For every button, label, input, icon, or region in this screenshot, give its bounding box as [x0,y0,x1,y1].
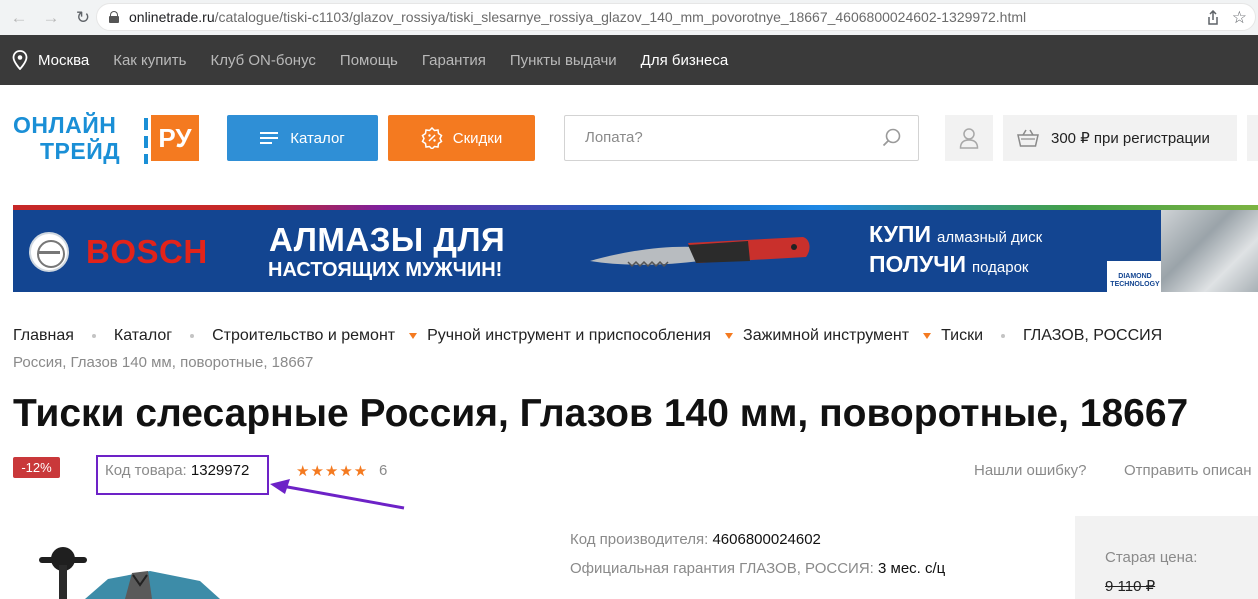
nav-help[interactable]: Помощь [340,52,398,69]
cart-button[interactable]: 300 ₽ при регистрации [1003,115,1237,161]
header-extra-button[interactable] [1247,115,1258,161]
old-price-value: 9 110 ₽ [1105,578,1156,595]
mfr-code-label: Код производителя: [570,531,709,548]
bookmark-star-icon[interactable]: ☆ [1232,8,1247,28]
user-icon [959,128,979,149]
send-description-link[interactable]: Отправить описан [1124,462,1252,479]
breadcrumb-hand-tools[interactable]: Ручной инструмент и приспособления [427,327,711,345]
bosch-logo-icon [29,232,69,272]
logo-line-2: ТРЕЙД [40,138,121,164]
product-sku: Код товара: 1329972 [105,462,249,479]
chevron-down-icon[interactable] [409,333,418,339]
location-pin-icon [12,50,28,70]
diamond-technology-logo: DIAMOND TECHNOLOGY [1107,261,1163,292]
url-host: onlinetrade.ru [129,9,215,25]
promo-get-small: подарок [972,259,1029,276]
knife-image [590,237,810,268]
product-image[interactable] [30,545,230,599]
nav-on-bonus[interactable]: Клуб ON-бонус [210,52,315,69]
search-icon[interactable] [882,128,902,148]
search-box [564,115,919,161]
breadcrumb-separator [91,334,96,338]
breadcrumb-separator [190,334,195,338]
url-text[interactable]: onlinetrade.ru/catalogue/tiski-c1103/gla… [129,9,1026,25]
breadcrumb-separator [1001,334,1006,338]
reload-icon[interactable]: ↻ [70,5,96,31]
breadcrumb-clamping-tools[interactable]: Зажимной инструмент [743,327,909,345]
warranty-label: Официальная гарантия ГЛАЗОВ, РОССИЯ: [570,560,874,577]
old-price-label: Старая цена: [1105,549,1198,566]
banner-headline: АЛМАЗЫ ДЛЯ [269,221,506,258]
banner-brand: BOSCH [86,233,208,270]
annotation-arrow [270,479,405,510]
search-input[interactable] [565,116,865,159]
banner-subheadline: НАСТОЯЩИХ МУЖЧИН! [268,259,503,281]
logo-ru-badge: РУ [151,115,199,161]
lock-icon [109,11,119,23]
forward-icon[interactable]: → [38,5,64,31]
discounts-label: Скидки [452,129,503,147]
breadcrumb: Главная Каталог Строительство и ремонт Р… [13,325,1162,347]
breadcrumb-construction[interactable]: Строительство и ремонт [212,327,395,345]
warranty-value: 3 мес. с/ц [878,560,946,577]
share-icon[interactable] [1205,10,1221,26]
breadcrumb-current: Россия, Глазов 140 мм, поворотные, 18667 [13,354,314,371]
menu-icon [260,132,279,144]
promo-buy-big: КУПИ [869,221,931,247]
cart-label: 300 ₽ при регистрации [1051,130,1210,147]
browser-toolbar: ← → ↻ onlinetrade.ru/catalogue/tiski-c11… [0,0,1258,35]
discount-badge-icon [421,127,443,149]
sku-label: Код товара: [105,462,187,479]
discount-badge: -12% [13,457,60,478]
breadcrumb-home[interactable]: Главная [13,327,74,345]
nav-pickup-points[interactable]: Пункты выдачи [510,52,617,69]
account-button[interactable] [945,115,993,161]
mfr-code-value: 4606800024602 [712,531,821,548]
address-bar[interactable]: onlinetrade.ru/catalogue/tiski-c1103/gla… [96,3,1256,31]
nav-warranty[interactable]: Гарантия [422,52,486,69]
glove-image [1161,210,1258,292]
chevron-down-icon[interactable] [725,333,734,339]
logo-separator [144,118,148,164]
logo-wordmark: ОНЛАЙН ТРЕЙД [13,112,120,164]
banner-color-stripe [13,205,1258,210]
promo-buy-line: КУПИ алмазный диск [869,221,1042,248]
promo-banner[interactable]: BOSCH АЛМАЗЫ ДЛЯ НАСТОЯЩИХ МУЖЧИН! КУПИ а… [13,205,1258,292]
sku-value: 1329972 [190,462,250,479]
promo-get-big: ПОЛУЧИ [869,251,966,277]
nav-how-to-buy[interactable]: Как купить [113,52,186,69]
catalog-label: Каталог [290,129,345,147]
logo-line-1: ОНЛАЙН [13,112,117,138]
manufacturer-code: Код производителя: 4606800024602 [570,531,821,548]
back-icon[interactable]: ← [6,5,32,31]
nav-for-business[interactable]: Для бизнеса [641,52,729,69]
url-path: /catalogue/tiski-c1103/glazov_rossiya/ti… [214,9,1027,25]
city-selector[interactable]: Москва [38,52,89,69]
chevron-down-icon[interactable] [923,333,932,339]
breadcrumb-catalog[interactable]: Каталог [114,327,172,345]
official-warranty: Официальная гарантия ГЛАЗОВ, РОССИЯ: 3 м… [570,560,945,577]
catalog-button[interactable]: Каталог [227,115,378,161]
promo-buy-small: алмазный диск [936,229,1043,246]
breadcrumb-brand[interactable]: ГЛАЗОВ, РОССИЯ [1023,327,1162,345]
report-error-link[interactable]: Нашли ошибку? [974,462,1086,479]
page-title: Тиски слесарные Россия, Глазов 140 мм, п… [13,392,1189,435]
basket-icon [1017,129,1039,147]
breadcrumb-vises[interactable]: Тиски [941,327,983,345]
site-logo[interactable]: ОНЛАЙН ТРЕЙД РУ [13,112,203,168]
price-panel: Старая цена: 9 110 ₽ [1075,516,1258,599]
promo-get-line: ПОЛУЧИ подарок [869,251,1028,278]
discounts-button[interactable]: Скидки [388,115,535,161]
top-nav: Москва Как купить Клуб ON-бонус Помощь Г… [0,35,1258,85]
